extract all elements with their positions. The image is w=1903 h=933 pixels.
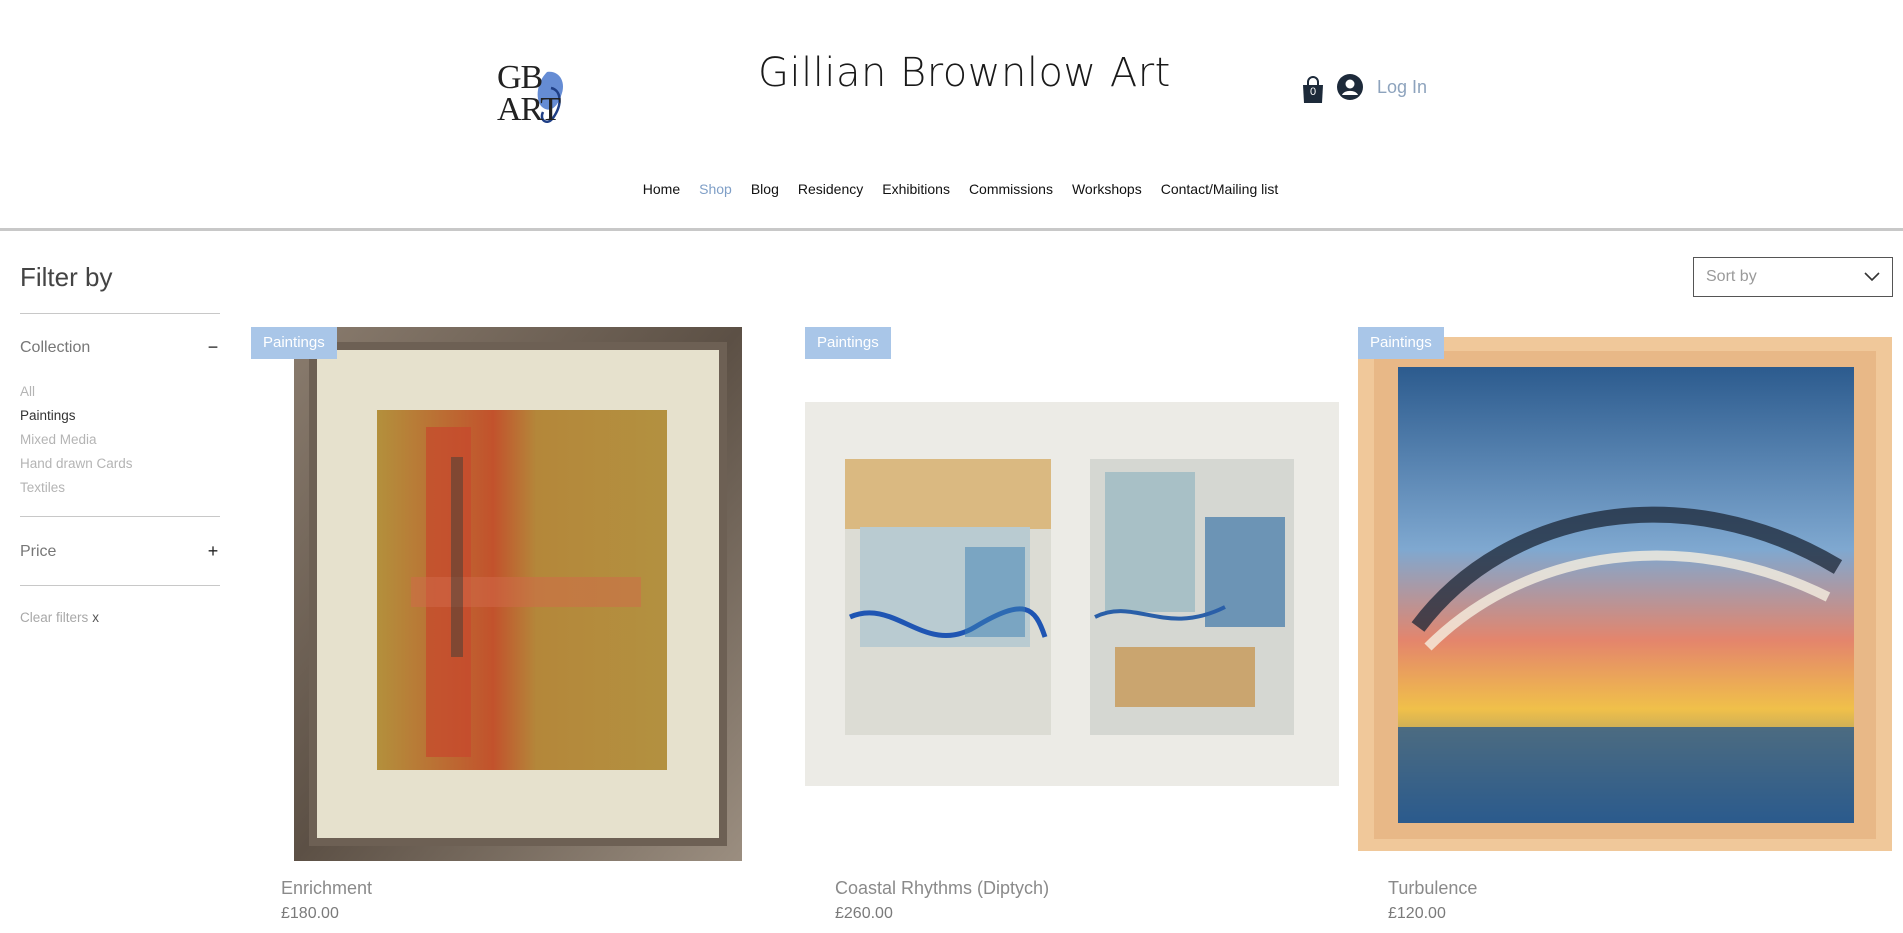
filter-divider [20, 516, 220, 517]
nav-exhibitions[interactable]: Exhibitions [873, 181, 960, 197]
collection-badge: Paintings [1358, 327, 1444, 359]
nav-blog[interactable]: Blog [741, 181, 788, 197]
nav-workshops[interactable]: Workshops [1062, 181, 1151, 197]
product-name[interactable]: Enrichment [281, 878, 372, 899]
nav-residency[interactable]: Residency [788, 181, 872, 197]
logo-text: GB ART [497, 59, 561, 128]
product-price: £260.00 [835, 905, 893, 922]
price-label: Price [20, 542, 57, 560]
main-nav: Home Shop Blog Residency Exhibitions Com… [0, 181, 1903, 197]
filter-divider [20, 313, 220, 314]
header-divider [0, 228, 1903, 231]
collection-badge: Paintings [251, 327, 337, 359]
cart-count: 0 [1309, 86, 1317, 98]
plus-icon: + [207, 541, 219, 561]
cart-button[interactable]: 0 [1301, 76, 1325, 104]
collection-item-textiles[interactable]: Textiles [20, 476, 133, 500]
close-icon: x [92, 610, 100, 625]
clear-filters-label: Clear filters [20, 610, 89, 625]
product-price: £180.00 [281, 905, 339, 922]
product-card[interactable]: Paintings Coastal Rhythms (Diptych) £260… [805, 327, 1339, 922]
login-button[interactable]: Log In [1337, 74, 1427, 100]
product-image[interactable]: Paintings [1358, 327, 1892, 861]
painting-coastal-rhythms [805, 402, 1339, 786]
product-image[interactable]: Paintings [251, 327, 785, 861]
collection-filter-toggle[interactable]: Collection − [20, 337, 220, 358]
product-card[interactable]: Paintings Enrichment £180.00 [251, 327, 785, 922]
painting-enrichment [294, 327, 742, 861]
user-avatar-icon [1337, 74, 1363, 100]
minus-icon: − [207, 337, 219, 357]
product-name[interactable]: Coastal Rhythms (Diptych) [835, 878, 1049, 899]
page: GB ART Gillian Brownlow Art 0 Log In Hom… [0, 0, 1903, 933]
nav-commissions[interactable]: Commissions [959, 181, 1062, 197]
clear-filters-button[interactable]: Clear filters x [20, 610, 99, 625]
product-image[interactable]: Paintings [805, 327, 1339, 861]
site-logo[interactable]: GB ART [497, 60, 587, 140]
collection-label: Collection [20, 338, 91, 356]
sort-dropdown[interactable]: Sort by [1693, 257, 1893, 297]
chevron-down-icon [1864, 272, 1880, 282]
product-card[interactable]: Paintings Turbulence £120.00 [1358, 327, 1892, 922]
collection-list: All Paintings Mixed Media Hand drawn Car… [20, 380, 133, 500]
login-label: Log In [1377, 76, 1428, 97]
price-filter-toggle[interactable]: Price + [20, 541, 220, 562]
painting-turbulence [1358, 337, 1892, 851]
collection-item-all[interactable]: All [20, 380, 133, 404]
nav-shop[interactable]: Shop [690, 181, 742, 197]
nav-contact[interactable]: Contact/Mailing list [1151, 181, 1288, 197]
filter-title: Filter by [20, 262, 113, 292]
site-title: Gillian Brownlow Art [758, 50, 1171, 96]
product-name[interactable]: Turbulence [1388, 878, 1477, 899]
sort-label: Sort by [1706, 268, 1757, 285]
collection-badge: Paintings [805, 327, 891, 359]
collection-item-mixed-media[interactable]: Mixed Media [20, 428, 133, 452]
collection-item-hand-drawn-cards[interactable]: Hand drawn Cards [20, 452, 133, 476]
collection-item-paintings[interactable]: Paintings [20, 404, 133, 428]
filter-divider [20, 585, 220, 586]
product-price: £120.00 [1388, 905, 1446, 922]
nav-home[interactable]: Home [633, 181, 689, 197]
